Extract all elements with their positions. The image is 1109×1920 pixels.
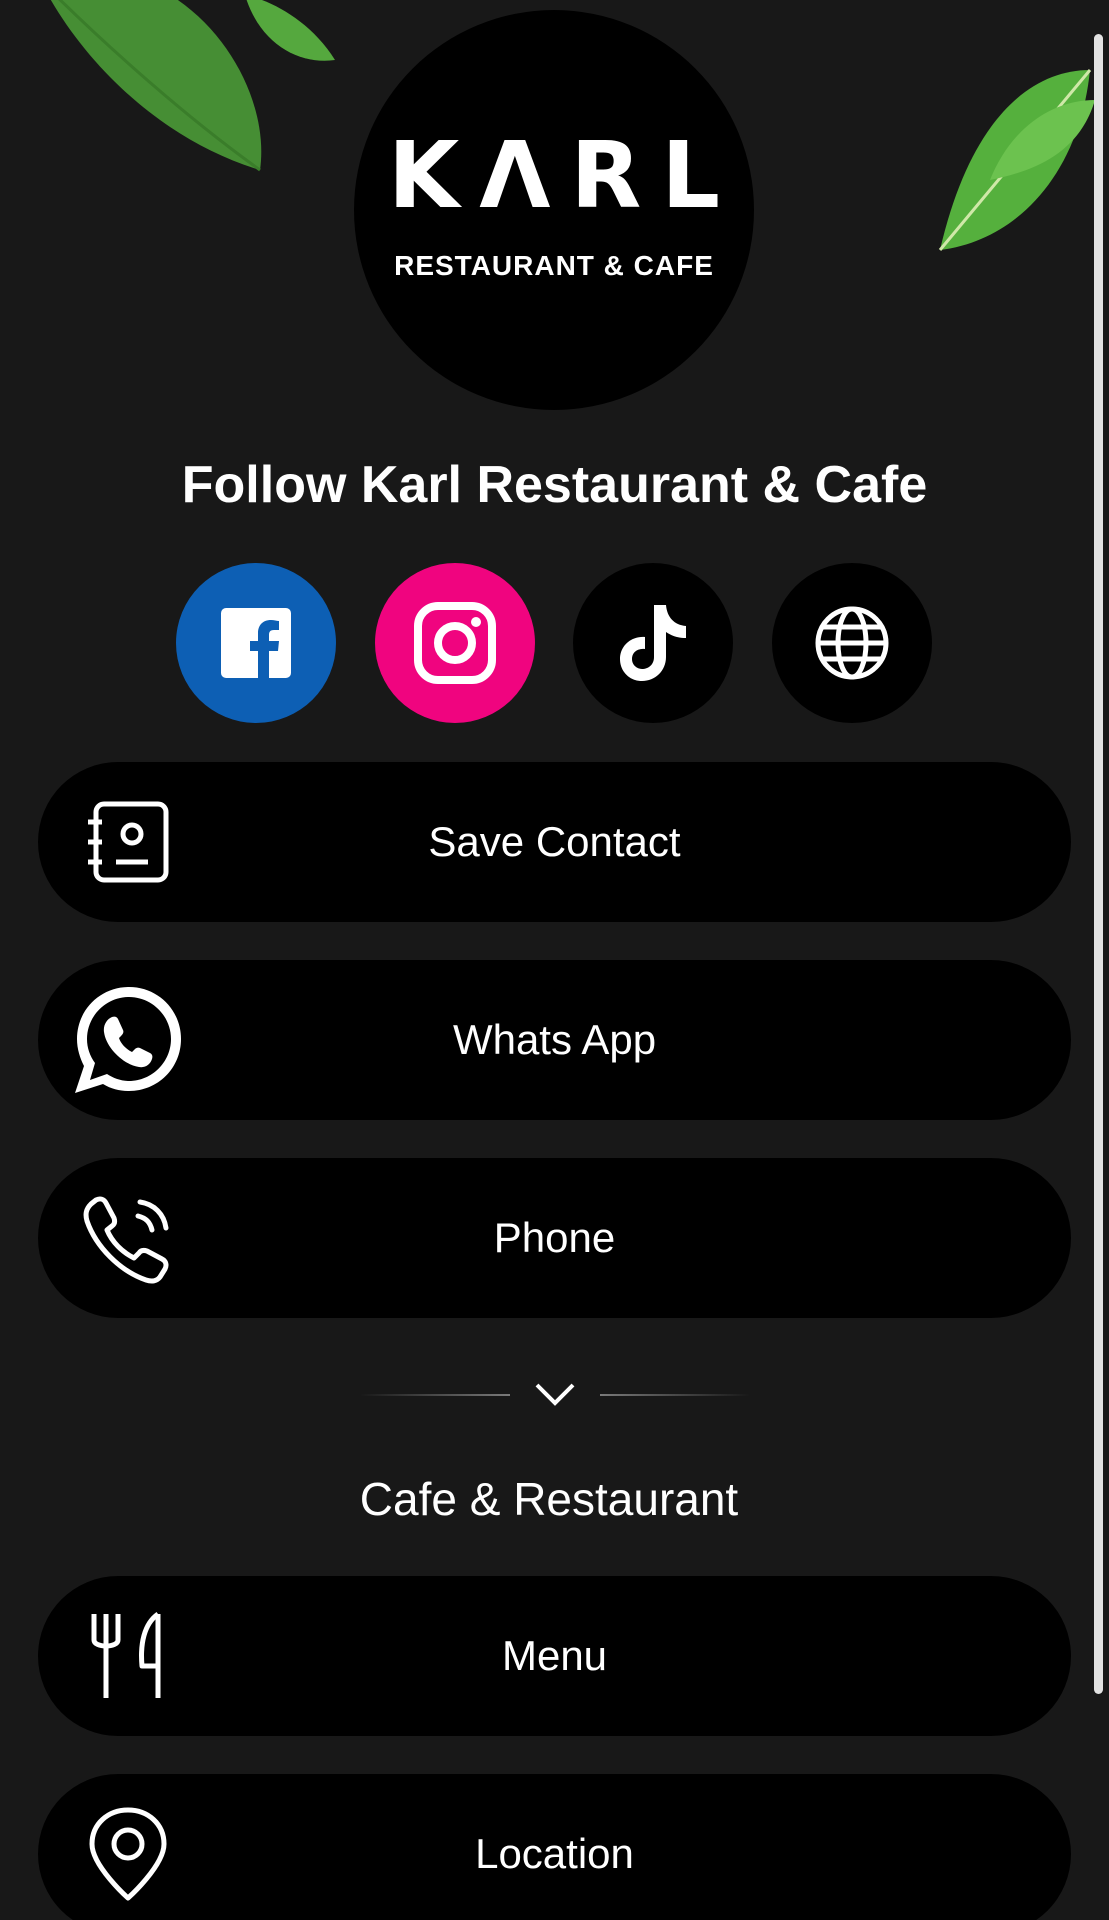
menu-label: Menu: [501, 1632, 608, 1679]
leaf-decoration: [50, 0, 262, 172]
social-links: [176, 563, 933, 723]
whatsapp-label: Whats App: [452, 1016, 657, 1063]
tiktok-icon: [620, 605, 686, 681]
section-title: Cafe & Restaurant: [359, 1473, 739, 1525]
brand-logo: KΛRL RESTAURANT & CAFE: [354, 10, 754, 410]
instagram-button[interactable]: [375, 563, 535, 723]
menu-button[interactable]: Menu: [38, 1576, 1071, 1736]
divider-line: [600, 1394, 750, 1396]
instagram-icon: [414, 602, 496, 684]
tiktok-button[interactable]: [573, 563, 733, 723]
page: KΛRL RESTAURANT & CAFE Follow Karl Resta…: [0, 0, 1109, 1920]
section-divider: [360, 1370, 750, 1420]
website-button[interactable]: [772, 563, 932, 723]
chevron-down-icon[interactable]: [533, 1375, 577, 1415]
leaf-decoration: [938, 69, 1095, 251]
leaf-decoration: [246, 0, 335, 61]
location-button[interactable]: Location: [38, 1774, 1071, 1920]
whatsapp-button[interactable]: Whats App: [38, 960, 1071, 1120]
facebook-icon: [221, 608, 291, 678]
follow-title: Follow Karl Restaurant & Cafe: [181, 456, 928, 514]
facebook-button[interactable]: [176, 563, 336, 723]
phone-label: Phone: [493, 1214, 616, 1261]
location-label: Location: [475, 1830, 634, 1877]
divider-line: [360, 1394, 510, 1396]
save-contact-label: Save Contact: [428, 818, 681, 865]
phone-button[interactable]: Phone: [38, 1158, 1071, 1318]
scrollbar[interactable]: [1094, 34, 1103, 1694]
logo-subtitle: RESTAURANT & CAFE: [394, 250, 714, 281]
globe-icon: [815, 606, 889, 680]
save-contact-button[interactable]: Save Contact: [38, 762, 1071, 922]
logo-brand-text: KΛRL: [388, 122, 740, 229]
